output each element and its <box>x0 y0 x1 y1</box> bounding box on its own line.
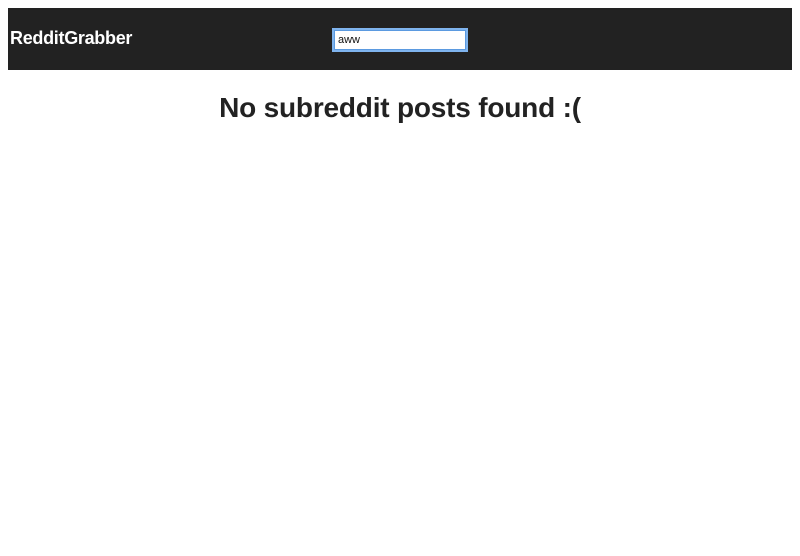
subreddit-search <box>332 28 468 52</box>
top-navbar: RedditGrabber <box>8 8 792 70</box>
subreddit-search-input[interactable] <box>332 28 468 52</box>
brand-logo[interactable]: RedditGrabber <box>10 27 132 49</box>
app-page: RedditGrabber No subreddit posts found :… <box>0 0 800 556</box>
empty-state-message: No subreddit posts found :( <box>219 92 581 123</box>
